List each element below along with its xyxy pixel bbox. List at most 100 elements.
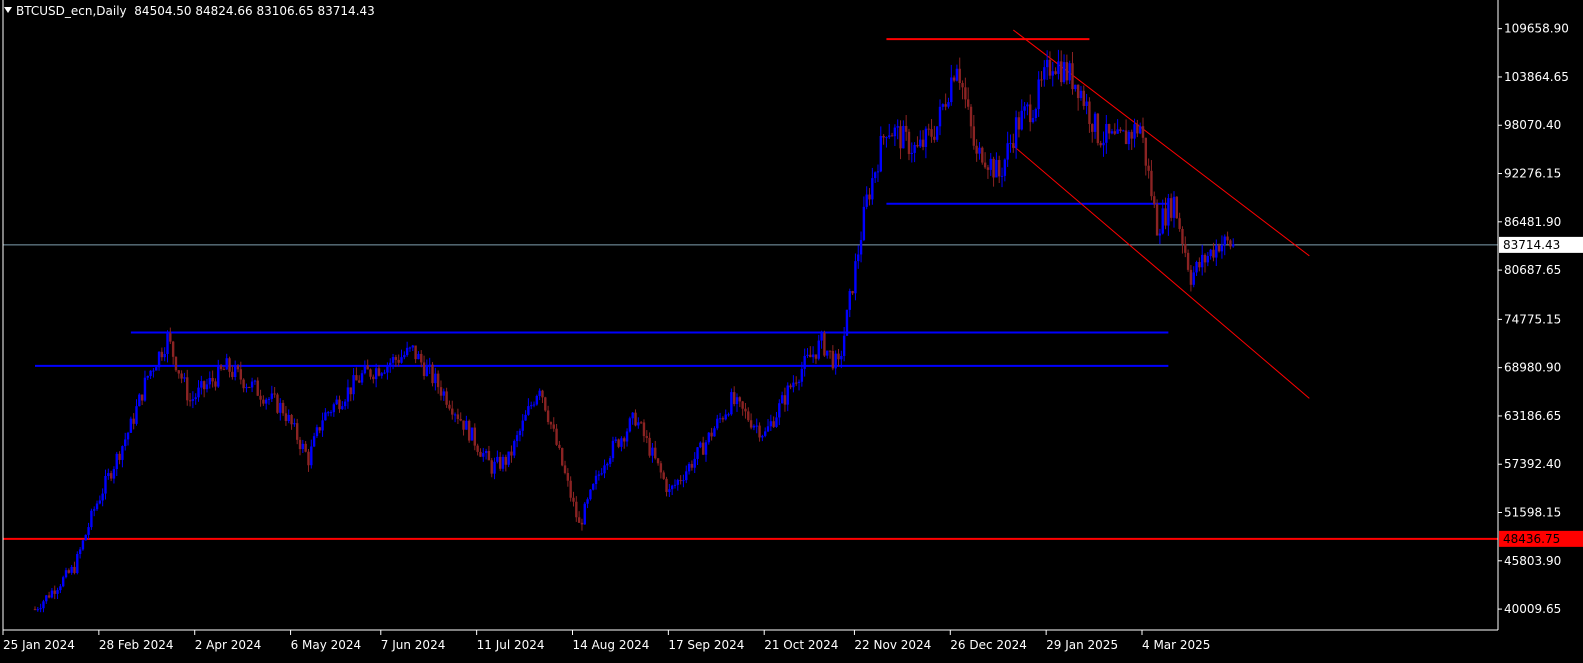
support-price-label: 48436.75 [1503, 532, 1560, 546]
candle-body [1223, 236, 1226, 245]
candle-body [873, 172, 877, 179]
candle-body [140, 394, 144, 401]
candle-body [558, 444, 561, 449]
candle-body [972, 126, 976, 146]
candle-body [358, 380, 361, 383]
candle-body [287, 414, 290, 422]
candle-body [205, 384, 209, 390]
candle-body [631, 412, 634, 419]
candle-body [713, 428, 716, 437]
candle-body [1124, 130, 1128, 145]
candle-body [400, 357, 403, 363]
price-tick-label: 68980.90 [1504, 361, 1561, 375]
candle-body [202, 381, 206, 390]
candle-body [250, 381, 254, 388]
candle-body [42, 601, 45, 609]
candle-body [586, 499, 589, 504]
candle-body [1091, 124, 1094, 132]
candle-body [758, 425, 761, 438]
candle-body [1074, 84, 1077, 90]
candle-body [749, 420, 753, 428]
time-tick-label: 17 Sep 2024 [668, 638, 744, 652]
candle-body [1099, 143, 1102, 146]
candle-body [324, 412, 327, 421]
candle-body [45, 595, 48, 602]
candle-body [422, 362, 426, 376]
candle-body [1014, 117, 1018, 148]
dropdown-triangle-icon[interactable] [4, 7, 12, 13]
candle-body [527, 406, 530, 415]
candle-body [346, 387, 350, 402]
candle-body [135, 406, 138, 424]
time-tick-label: 11 Jul 2024 [477, 638, 545, 652]
candle-body [792, 382, 795, 388]
candle-body [868, 194, 871, 200]
candle-body [628, 418, 632, 432]
candle-body [1037, 79, 1040, 110]
candle-body [352, 375, 355, 395]
candle-body [871, 178, 874, 200]
candle-body [944, 104, 947, 107]
candle-body [848, 291, 851, 310]
candle-body [1045, 59, 1049, 68]
price-tick-label: 103864.65 [1504, 70, 1569, 84]
candle-body [61, 577, 65, 587]
candle-body [197, 387, 200, 398]
candle-body [910, 152, 914, 154]
price-tick-label: 63186.65 [1504, 409, 1561, 423]
candle-body [143, 377, 147, 401]
candle-body [1009, 143, 1012, 145]
candle-body [236, 365, 240, 370]
candle-body [617, 439, 620, 447]
candle-body [577, 517, 581, 523]
candle-body [47, 595, 51, 598]
candle-body [634, 412, 637, 426]
candle-body [87, 527, 90, 535]
candle-body [656, 458, 660, 464]
candle-body [620, 438, 623, 447]
candle-body [687, 463, 691, 472]
candle-body [1181, 228, 1184, 244]
price-chart[interactable]: 109658.90 103864.65 98070.40 92276.15 86481.… [0, 0, 1583, 663]
candle-body [473, 427, 477, 446]
candle-body [341, 406, 344, 410]
candle-body [482, 453, 485, 457]
candle-body [916, 144, 919, 147]
candle-body [521, 420, 524, 431]
candle-body [651, 447, 654, 456]
candle-body [465, 420, 468, 430]
candle-body [538, 390, 541, 396]
candle-body [935, 126, 939, 140]
candle-body [476, 445, 479, 452]
candle-body [995, 160, 998, 178]
candle-body [1186, 252, 1190, 270]
candle-body [645, 436, 648, 438]
candle-body [417, 353, 420, 360]
candle-body [600, 473, 603, 475]
candle-body [809, 354, 812, 358]
candle-body [1082, 90, 1085, 106]
candle-body [606, 463, 609, 466]
candle-body [329, 412, 333, 414]
candle-body [964, 87, 967, 100]
time-tick-label: 25 Jan 2024 [3, 638, 75, 652]
candle-body [152, 370, 155, 372]
candle-body [575, 501, 578, 518]
candle-body [1138, 126, 1142, 134]
candle-body [510, 451, 513, 456]
candle-body [532, 404, 536, 406]
candle-body [817, 340, 820, 359]
candle-body [451, 408, 454, 415]
candle-body [589, 489, 592, 500]
candle-body [1071, 63, 1074, 90]
candle-body [769, 421, 773, 427]
candle-body [707, 432, 711, 443]
candle-body [242, 379, 245, 389]
candle-body [1147, 165, 1150, 171]
candle-body [614, 439, 617, 441]
candle-body [138, 394, 141, 407]
candle-body [284, 413, 288, 422]
candle-body [637, 422, 640, 426]
candle-body [896, 126, 899, 128]
candle-body [200, 381, 203, 388]
